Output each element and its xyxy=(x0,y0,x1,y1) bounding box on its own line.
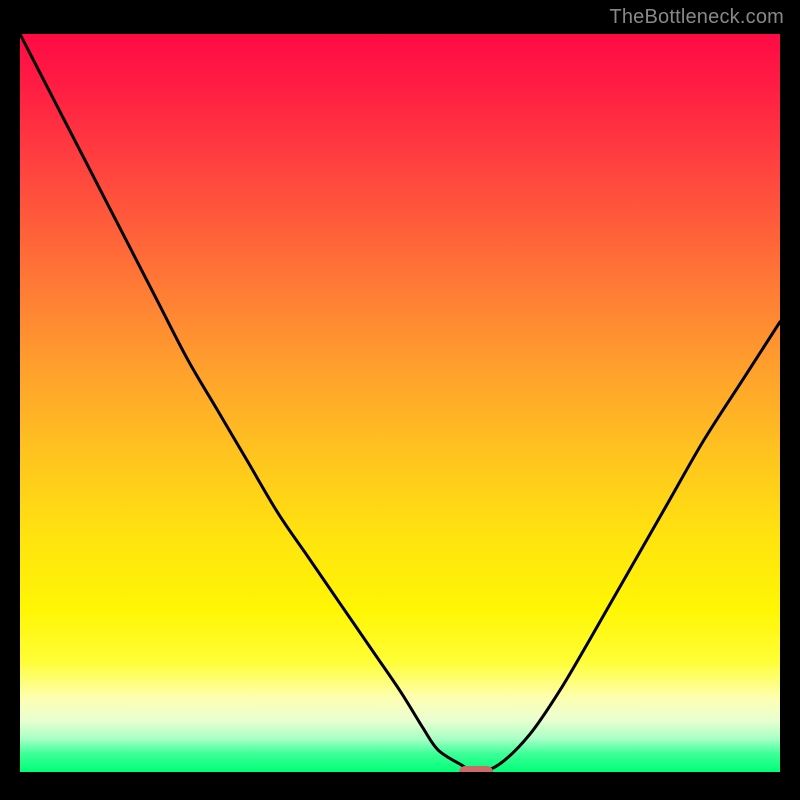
chart-frame: TheBottleneck.com xyxy=(0,0,800,800)
plot-area xyxy=(20,34,780,772)
watermark-text: TheBottleneck.com xyxy=(609,6,784,29)
curve-layer xyxy=(20,34,780,772)
bottleneck-curve xyxy=(20,34,780,772)
optimal-marker xyxy=(459,766,493,772)
